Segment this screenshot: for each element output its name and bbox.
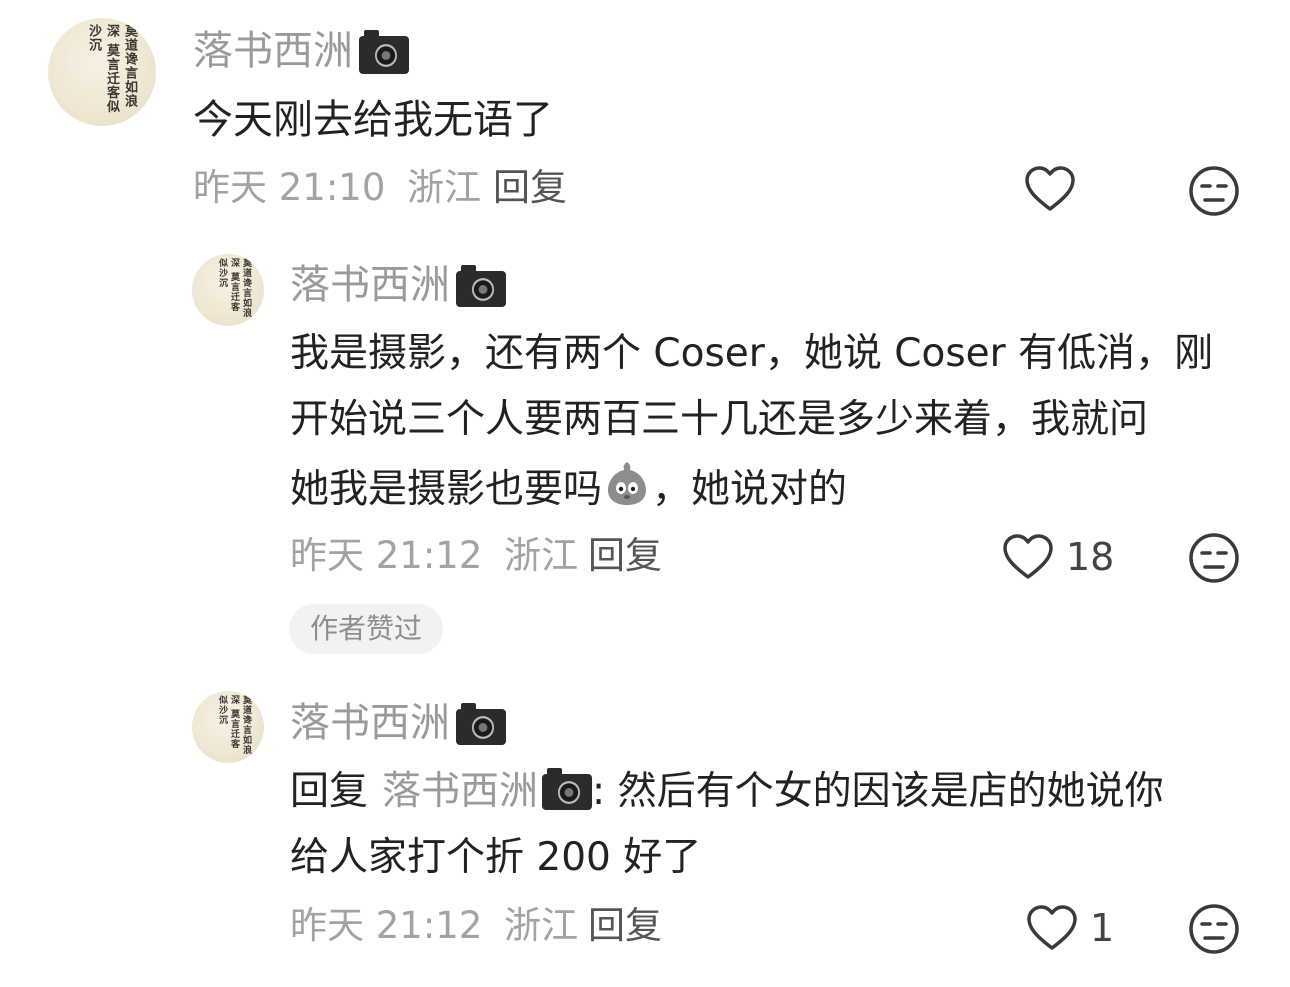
comment-location: 浙江 [504,904,579,947]
mention-username[interactable]: 落书西洲 [382,764,538,820]
like-count: 1 [1090,906,1115,950]
comment-text-line-1: 回复 落书西洲 : 然后有个女的因该是店的她说你 [290,764,1164,820]
camera-icon [542,768,593,810]
avatar-calligraphy: 莫道谗言如浪深 莫言迁客似沙沉 [217,695,251,755]
heart-outline-icon [1027,905,1077,950]
comment-meta: 昨天 21:12 浙江 [290,900,578,952]
username[interactable]: 落书西洲 [290,696,506,750]
avatar[interactable]: 莫道谗言如浪深 莫言迁客似沙沉 [192,691,264,763]
comment-time: 昨天 21:12 [290,904,483,947]
comment-3: 莫道谗言如浪深 莫言迁客似沙沉 落书西洲 回复 落书西洲 : 然后有个女的因该是… [0,0,1290,987]
dislike-button[interactable] [1188,903,1240,959]
unamused-face-icon [1189,904,1239,954]
camera-icon [456,703,506,745]
reply-button[interactable]: 回复 [588,900,662,952]
reply-prefix: 回复 [290,769,369,814]
like-button[interactable]: 1 [1026,902,1114,954]
comment-text-line-1-body: : 然后有个女的因该是店的她说你 [592,769,1164,814]
comment-text-line-2: 给人家打个折 200 好了 [290,835,702,880]
username-label: 落书西洲 [290,700,450,746]
